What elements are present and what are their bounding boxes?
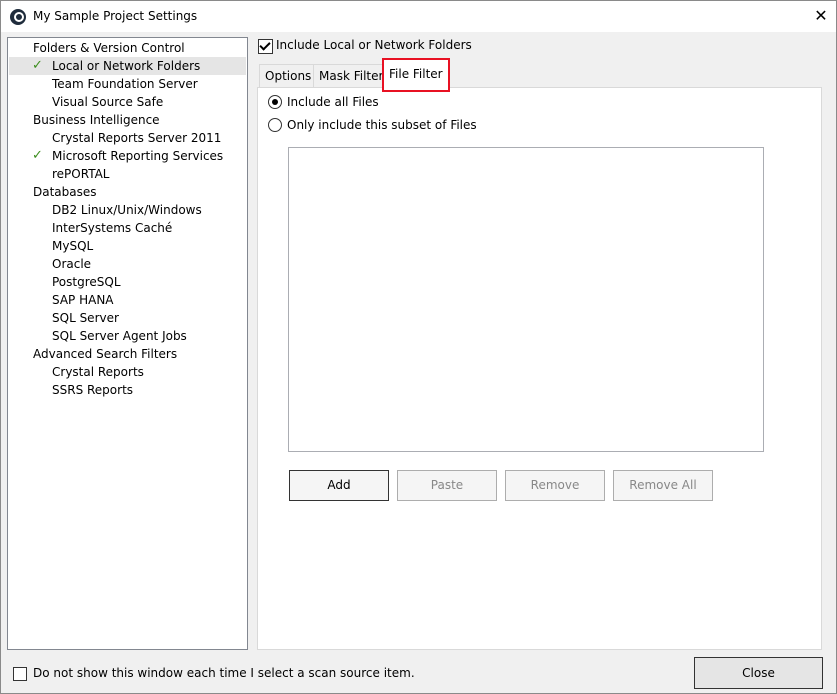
settings-window: My Sample Project Settings ✕ Folders & V… [0, 0, 837, 694]
close-button[interactable]: Close [694, 657, 823, 689]
tree-item-label: rePORTAL [52, 167, 110, 181]
tree-item-label: SQL Server Agent Jobs [52, 329, 187, 343]
tree-item[interactable]: SSRS Reports [52, 381, 133, 399]
tree-item[interactable]: SAP HANA [52, 291, 114, 309]
tree-item[interactable]: InterSystems Caché [52, 219, 172, 237]
tree-item-label: Local or Network Folders [52, 59, 201, 73]
tree-item[interactable]: SQL Server [52, 309, 119, 327]
check-icon: ✓ [32, 58, 43, 73]
tree-item-label: SSRS Reports [52, 383, 134, 397]
tree-item[interactable]: MySQL [52, 237, 93, 255]
tree-item-label: InterSystems Caché [52, 221, 173, 235]
tree-item-label: Team Foundation Server [52, 77, 198, 91]
include-folders-label: Include Local or Network Folders [276, 38, 472, 52]
tree-item[interactable]: DB2 Linux/Unix/Windows [52, 201, 202, 219]
tree-category[interactable]: Databases [33, 183, 97, 201]
tree-item[interactable]: PostgreSQL [52, 273, 121, 291]
subset-files-radio[interactable] [268, 118, 282, 132]
tree-category[interactable]: Advanced Search Filters [33, 345, 177, 363]
tree-item-label: Microsoft Reporting Services [52, 149, 224, 163]
tab-file-filter[interactable]: File Filter [382, 58, 450, 92]
tree-item[interactable]: Crystal Reports [52, 363, 144, 381]
tree-item-label: Folders & Version Control [33, 41, 185, 55]
tree-item-label: Business Intelligence [33, 113, 160, 127]
tree-item[interactable]: Microsoft Reporting Services ✓ [32, 147, 224, 165]
tree-category[interactable]: Folders & Version Control [33, 39, 185, 57]
include-all-files-label: Include all Files [287, 95, 379, 109]
close-icon[interactable]: ✕ [809, 4, 833, 28]
tab-options[interactable]: Options [259, 64, 318, 87]
source-tree: Folders & Version Control Local or Networ… [7, 37, 248, 650]
tree-item[interactable]: Crystal Reports Server 2011 [52, 129, 221, 147]
tree-item-label: Crystal Reports [52, 365, 144, 379]
tree-item-label: Databases [33, 185, 97, 199]
file-filter-list[interactable] [288, 147, 764, 452]
app-logo-icon [10, 9, 26, 25]
tree-item[interactable]: rePORTAL [52, 165, 110, 183]
tree-item[interactable]: Visual Source Safe [52, 93, 163, 111]
check-icon: ✓ [32, 148, 43, 163]
window-title: My Sample Project Settings [33, 9, 198, 23]
remove-all-button[interactable]: Remove All [613, 470, 713, 501]
dont-show-label: Do not show this window each time I sele… [33, 666, 415, 680]
dont-show-checkbox[interactable] [13, 667, 27, 681]
include-folders-checkbox[interactable] [258, 39, 273, 54]
tree-item-label: Crystal Reports Server 2011 [52, 131, 222, 145]
tree-item-label: PostgreSQL [52, 275, 121, 289]
tree-item-label: MySQL [52, 239, 94, 253]
tree-item-label: Advanced Search Filters [33, 347, 178, 361]
title-bar: My Sample Project Settings ✕ [1, 1, 836, 32]
tree-item[interactable]: Team Foundation Server [52, 75, 198, 93]
tree-item-label: Oracle [52, 257, 92, 271]
tree-item[interactable]: Local or Network Folders ✓ [32, 57, 201, 75]
include-all-files-radio[interactable] [268, 95, 282, 109]
tree-category[interactable]: Business Intelligence [33, 111, 160, 129]
remove-button[interactable]: Remove [505, 470, 605, 501]
tree-item-label: SQL Server [52, 311, 119, 325]
tree-item-label: SAP HANA [52, 293, 114, 307]
tree-item-label: Visual Source Safe [52, 95, 164, 109]
tree-item[interactable]: Oracle [52, 255, 91, 273]
add-button[interactable]: Add [289, 470, 389, 501]
subset-files-label: Only include this subset of Files [287, 118, 477, 132]
tree-item-label: DB2 Linux/Unix/Windows [52, 203, 202, 217]
paste-button[interactable]: Paste [397, 470, 497, 501]
tree-item[interactable]: SQL Server Agent Jobs [52, 327, 187, 345]
